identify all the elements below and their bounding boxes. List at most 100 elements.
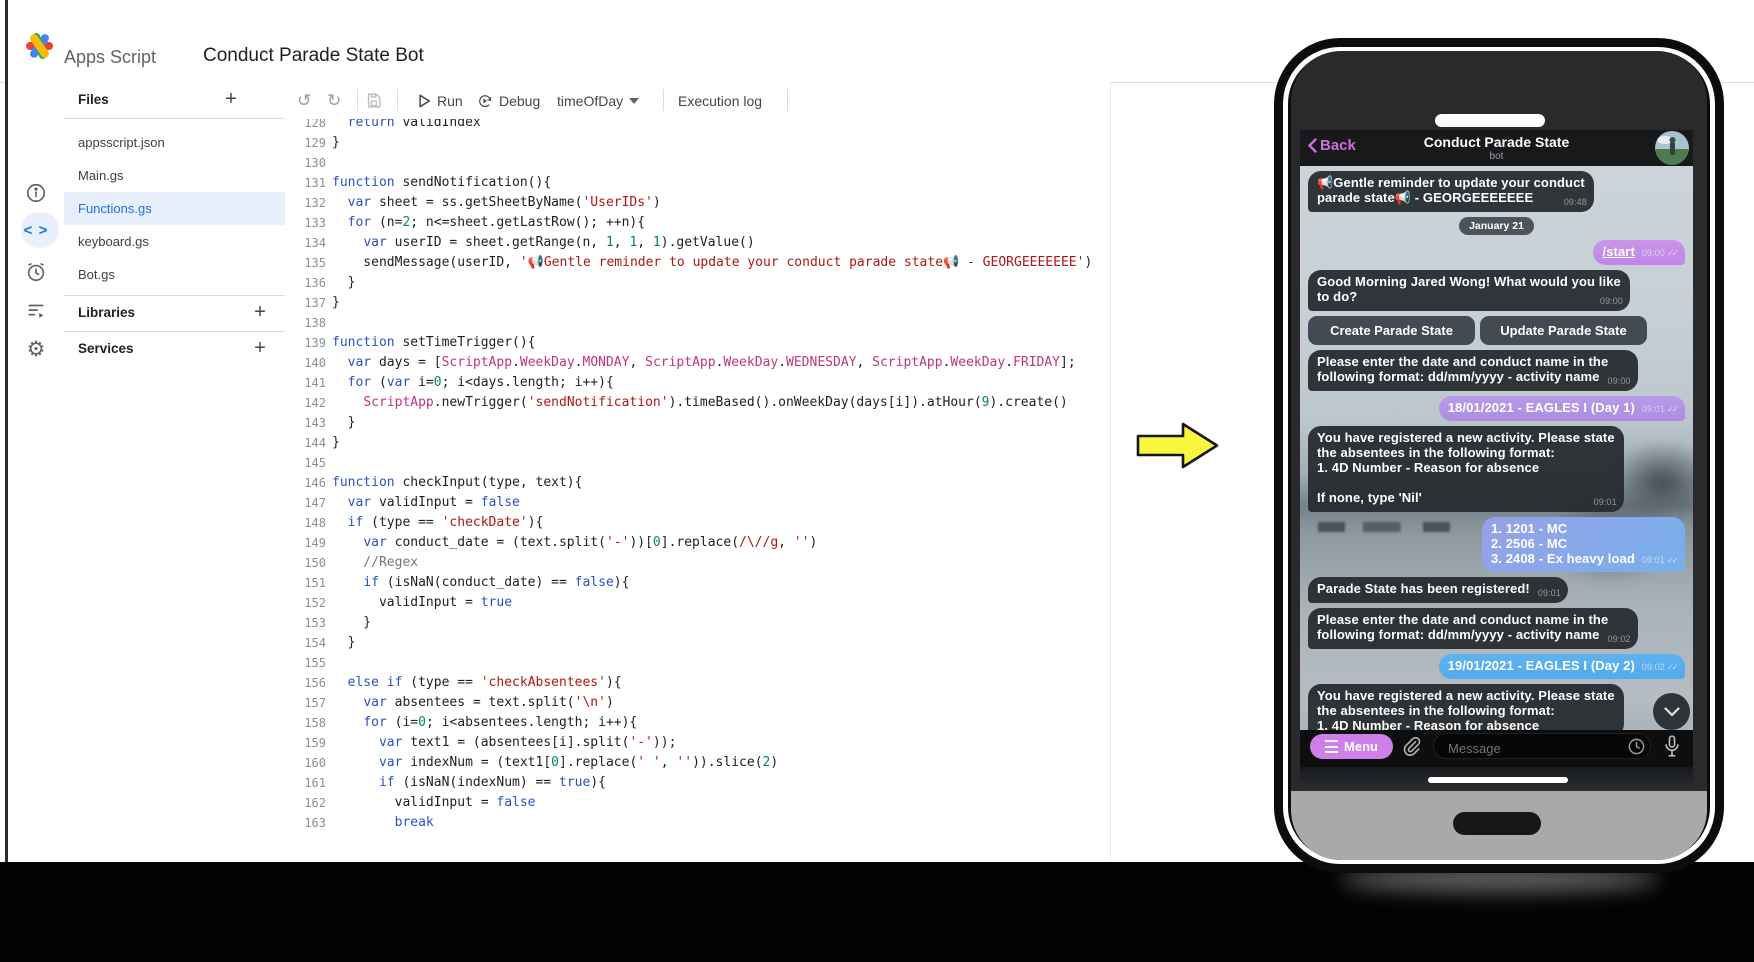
menu-button[interactable]: Menu	[1310, 734, 1393, 759]
run-button[interactable]: Run	[418, 82, 463, 119]
message-text: 18/01/2021 - EAGLES I (Day 1)	[1447, 400, 1635, 415]
code-line: 128 return validIndex	[304, 119, 481, 130]
editor-toolbar: ↺ ↻ Run Debug timeOfDay Execution log	[285, 82, 1110, 120]
code-line: 143 }	[304, 415, 356, 430]
code-line: 157 var absentees = text.split('\n')	[304, 695, 614, 710]
message-text: /start	[1602, 244, 1635, 259]
code-line: 139 function setTimeTrigger(){	[304, 335, 536, 350]
user-message-bubble: 1. 1201 - MC 2. 2506 - MC 3. 2408 - Ex h…	[1481, 517, 1685, 572]
function-selector-dropdown[interactable]: timeOfDay	[557, 82, 640, 119]
code-line: 132 var sheet = ss.getSheetByName('UserI…	[304, 195, 661, 210]
execution-log-button[interactable]: Execution log	[678, 82, 762, 119]
phone-chin	[1291, 791, 1707, 860]
chat-header: Back Conduct Parade State bot	[1300, 130, 1693, 166]
code-line: 131 function sendNotification(){	[304, 175, 552, 190]
message-text: You have registered a new activity. Plea…	[1317, 688, 1615, 733]
add-service-button[interactable]: +	[248, 337, 272, 361]
code-line: 152 validInput = true	[304, 595, 513, 610]
debug-button[interactable]: Debug	[477, 82, 540, 119]
debug-label: Debug	[499, 92, 541, 109]
scroll-to-bottom-button[interactable]	[1653, 693, 1690, 730]
code-line: 158 for (i=0; i<absentees.length; i++){	[304, 715, 638, 730]
attach-paperclip-icon[interactable]	[1400, 735, 1422, 757]
code-line: 145	[304, 456, 326, 470]
message-input[interactable]	[1433, 733, 1651, 759]
message-text: 1. 1201 - MC 2. 2506 - MC 3. 2408 - Ex h…	[1490, 521, 1635, 566]
code-line: 138	[304, 316, 326, 330]
hamburger-icon	[1325, 740, 1339, 753]
files-panel-title: Files	[78, 92, 109, 107]
message-text: Parade State has been registered!	[1317, 581, 1530, 596]
yellow-arrow	[1136, 422, 1219, 469]
composer-bar: Menu	[1300, 730, 1693, 767]
code-line: 146 function checkInput(type, text){	[304, 475, 583, 490]
window-left-edge	[5, 0, 8, 862]
project-title[interactable]: Conduct Parade State Bot	[203, 45, 424, 67]
bot-message-bubble: Please enter the date and conduct name i…	[1308, 608, 1638, 649]
code-line: 136 }	[304, 275, 356, 290]
sidebar-rail: < > ⚙	[8, 82, 65, 862]
code-line: 154 }	[304, 635, 356, 650]
code-line: 140 var days = [ScriptApp.WeekDay.MONDAY…	[304, 355, 1076, 370]
bot-message-bubble: Please enter the date and conduct name i…	[1308, 350, 1638, 391]
settings-gear-icon[interactable]: ⚙	[8, 331, 64, 367]
screen-bottom-zone	[1300, 767, 1693, 790]
code-line: 147 var validInput = false	[304, 495, 520, 510]
apps-script-logo-text[interactable]: Apps Script	[64, 47, 156, 68]
overview-info-icon[interactable]	[8, 175, 64, 211]
file-item-functions-gs[interactable]: Functions.gs	[64, 192, 285, 225]
file-item-bot-gs[interactable]: Bot.gs	[64, 258, 285, 291]
message-time: 09:48	[1563, 197, 1587, 207]
file-item-appsscript-json[interactable]: appsscript.json	[64, 126, 285, 159]
add-file-button[interactable]: +	[219, 88, 243, 112]
editor-right-edge	[1110, 82, 1111, 862]
telegram-screen: Back Conduct Parade State bot 📢Gentle re…	[1300, 130, 1693, 790]
code-line: 144}	[304, 435, 340, 450]
app-root: Apps Script Conduct Parade State Bot < >…	[0, 0, 1754, 962]
schedule-clock-icon[interactable]	[1627, 737, 1646, 756]
code-line: 130	[304, 156, 326, 170]
execution-log-label: Execution log	[678, 92, 763, 109]
menu-label: Menu	[1344, 739, 1378, 754]
file-item-main-gs[interactable]: Main.gs	[64, 159, 285, 192]
message-time: 09:01	[1537, 588, 1561, 598]
message-text: 📢Gentle reminder to update your conduct …	[1317, 175, 1585, 205]
file-item-keyboard-gs[interactable]: keyboard.gs	[64, 225, 285, 258]
inline-button-create-parade-state[interactable]: Create Parade State	[1308, 316, 1475, 345]
code-line: 133 for (n=2; n<=sheet.getLastRow(); ++n…	[304, 215, 646, 230]
code-line: 134 var userID = sheet.getRange(n, 1, 1,…	[304, 235, 755, 250]
add-library-button[interactable]: +	[248, 301, 272, 325]
run-label: Run	[437, 92, 463, 109]
services-section: Services +	[64, 331, 285, 368]
files-list: appsscript.json Main.gs Functions.gs keyboa…	[64, 126, 285, 291]
phone-home-button[interactable]	[1453, 812, 1541, 835]
code-line: 162 validInput = false	[304, 795, 536, 810]
code-editor-icon[interactable]: < >	[8, 212, 64, 248]
code-editor[interactable]: 128 return validIndex 129} 130 131 function …	[285, 119, 1110, 862]
code-line: 137}	[304, 295, 340, 310]
redo-button[interactable]: ↻	[327, 82, 341, 119]
code-line: 163 break	[304, 815, 434, 830]
message-text: Please enter the date and conduct name i…	[1317, 612, 1609, 642]
chat-subtitle: bot	[1489, 151, 1504, 162]
inline-button-update-parade-state[interactable]: Update Parade State	[1480, 316, 1647, 345]
home-indicator[interactable]	[1428, 777, 1568, 783]
bot-message-bubble: You have registered a new activity. Plea…	[1308, 426, 1624, 512]
message-text: Good Morning Jared Wong! What would you …	[1317, 274, 1621, 304]
bot-message-bubble: Good Morning Jared Wong! What would you …	[1308, 270, 1630, 311]
user-message-bubble: 19/01/2021 - EAGLES I (Day 2) 09:02 ✓✓	[1438, 654, 1685, 679]
date-chip: January 21	[1459, 217, 1534, 235]
message-time: 09:00	[1607, 376, 1631, 386]
code-line: 153 }	[304, 615, 372, 630]
read-checks-icon: ✓✓	[1666, 404, 1679, 414]
executions-list-icon[interactable]	[8, 293, 64, 329]
user-message-bubble: /start 09:00 ✓✓	[1593, 240, 1685, 265]
message-time: 09:01	[1593, 497, 1617, 507]
undo-button[interactable]: ↺	[297, 82, 311, 119]
triggers-clock-icon[interactable]	[8, 254, 64, 290]
save-button[interactable]	[365, 82, 382, 119]
message-time: 09:01 ✓✓	[1641, 404, 1679, 414]
code-line: 151 if (isNaN(conduct_date) == false){	[304, 575, 630, 590]
bot-avatar[interactable]	[1655, 131, 1689, 165]
microphone-icon[interactable]	[1662, 734, 1682, 760]
